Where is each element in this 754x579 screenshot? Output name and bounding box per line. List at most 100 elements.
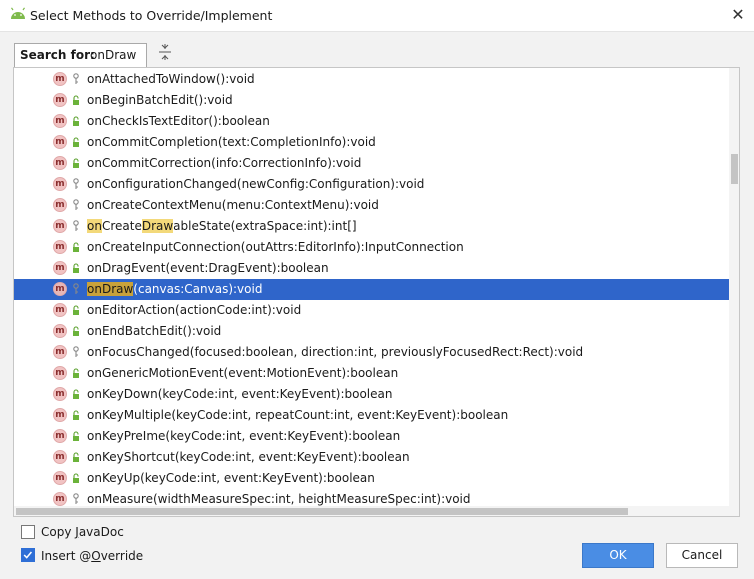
- method-row[interactable]: m onCommitCorrection(info:CorrectionInfo)…: [14, 153, 729, 174]
- match-highlight: on: [87, 219, 102, 233]
- vertical-scroll-thumb[interactable]: [731, 154, 738, 184]
- ok-button[interactable]: OK: [582, 543, 654, 568]
- public-icon: [72, 451, 80, 463]
- method-signature: onKeyDown(keyCode:int, event:KeyEvent):b…: [87, 387, 393, 401]
- copy-javadoc-label[interactable]: Copy JavaDoc: [41, 525, 124, 539]
- protected-icon: [72, 199, 80, 211]
- match-highlight: Draw: [141, 219, 174, 233]
- method-row[interactable]: m onDragEvent(event:DragEvent):boolean: [14, 258, 729, 279]
- method-row[interactable]: m onDraw(canvas:Canvas):void: [14, 279, 729, 300]
- method-row[interactable]: m onCommitCompletion(text:CompletionInfo)…: [14, 132, 729, 153]
- public-icon: [72, 115, 80, 127]
- method-icon: m: [53, 408, 67, 422]
- method-icon: m: [53, 282, 67, 296]
- method-signature: onCheckIsTextEditor():boolean: [87, 114, 270, 128]
- method-signature: onCreateDrawableState(extraSpace:int):in…: [87, 219, 357, 233]
- public-icon: [72, 472, 80, 484]
- method-signature: onAttachedToWindow():void: [87, 72, 255, 86]
- method-row[interactable]: m onAttachedToWindow():void: [14, 69, 729, 90]
- horizontal-scroll-thumb[interactable]: [16, 508, 628, 515]
- android-icon: [11, 7, 25, 19]
- method-icon: m: [53, 177, 67, 191]
- horizontal-scrollbar[interactable]: [14, 506, 729, 516]
- method-row[interactable]: m onKeyPreIme(keyCode:int, event:KeyEvent…: [14, 426, 729, 447]
- method-signature: onDraw(canvas:Canvas):void: [87, 282, 263, 296]
- method-icon: m: [53, 219, 67, 233]
- protected-icon: [72, 493, 80, 505]
- method-row[interactable]: m onKeyDown(keyCode:int, event:KeyEvent):…: [14, 384, 729, 405]
- method-icon: m: [53, 387, 67, 401]
- cancel-button[interactable]: Cancel: [666, 543, 738, 568]
- collapse-all-icon[interactable]: [158, 44, 172, 60]
- protected-icon: [72, 73, 80, 85]
- method-row[interactable]: m onConfigurationChanged(newConfig:Config…: [14, 174, 729, 195]
- method-icon: m: [53, 492, 67, 506]
- public-icon: [72, 304, 80, 316]
- method-signature: onEditorAction(actionCode:int):void: [87, 303, 302, 317]
- insert-override-checkbox[interactable]: [21, 548, 35, 562]
- method-icon: m: [53, 471, 67, 485]
- method-row[interactable]: m onEndBatchEdit():void: [14, 321, 729, 342]
- method-signature: onMeasure(widthMeasureSpec:int, heightMe…: [87, 492, 471, 506]
- public-icon: [72, 430, 80, 442]
- window-title: Select Methods to Override/Implement: [30, 8, 273, 23]
- method-signature: onFocusChanged(focused:boolean, directio…: [87, 345, 584, 359]
- methods-tree[interactable]: m onAttachedToWindow():void m onBeginBatchE…: [13, 67, 740, 517]
- method-row[interactable]: m onCreateContextMenu(menu:ContextMenu):v…: [14, 195, 729, 216]
- method-icon: m: [53, 450, 67, 464]
- public-icon: [72, 409, 80, 421]
- insert-override-label[interactable]: Insert @Override: [41, 549, 143, 563]
- method-icon: m: [53, 156, 67, 170]
- method-icon: m: [53, 261, 67, 275]
- public-icon: [72, 157, 80, 169]
- public-icon: [72, 325, 80, 337]
- public-icon: [72, 262, 80, 274]
- method-signature: onGenericMotionEvent(event:MotionEvent):…: [87, 366, 399, 380]
- method-icon: m: [53, 93, 67, 107]
- method-signature: onDragEvent(event:DragEvent):boolean: [87, 261, 329, 275]
- method-row[interactable]: m onCreateDrawableState(extraSpace:int):i…: [14, 216, 729, 237]
- method-icon: m: [53, 72, 67, 86]
- method-row[interactable]: m onGenericMotionEvent(event:MotionEvent)…: [14, 363, 729, 384]
- method-signature: onCommitCompletion(text:CompletionInfo):…: [87, 135, 376, 149]
- public-icon: [72, 367, 80, 379]
- method-signature: onKeyMultiple(keyCode:int, repeatCount:i…: [87, 408, 509, 422]
- search-field[interactable]: Search for: onDraw: [14, 43, 147, 67]
- public-icon: [72, 388, 80, 400]
- protected-icon: [72, 283, 80, 295]
- method-row[interactable]: m onEditorAction(actionCode:int):void: [14, 300, 729, 321]
- method-row[interactable]: m onCheckIsTextEditor():boolean: [14, 111, 729, 132]
- method-icon: m: [53, 114, 67, 128]
- public-icon: [72, 136, 80, 148]
- method-signature: onKeyUp(keyCode:int, event:KeyEvent):boo…: [87, 471, 375, 485]
- method-icon: m: [53, 345, 67, 359]
- method-row[interactable]: m onKeyUp(keyCode:int, event:KeyEvent):bo…: [14, 468, 729, 489]
- method-icon: m: [53, 198, 67, 212]
- method-row[interactable]: m onKeyShortcut(keyCode:int, event:KeyEve…: [14, 447, 729, 468]
- method-signature: onCreateInputConnection(outAttrs:EditorI…: [87, 240, 464, 254]
- method-signature: onBeginBatchEdit():void: [87, 93, 233, 107]
- title-bar: Select Methods to Override/Implement ✕: [0, 0, 754, 32]
- vertical-scrollbar[interactable]: [729, 68, 739, 516]
- method-signature: onCreateContextMenu(menu:ContextMenu):vo…: [87, 198, 379, 212]
- copy-javadoc-checkbox[interactable]: [21, 525, 35, 539]
- method-signature: onEndBatchEdit():void: [87, 324, 222, 338]
- method-icon: m: [53, 324, 67, 338]
- method-signature: onKeyPreIme(keyCode:int, event:KeyEvent)…: [87, 429, 401, 443]
- checkmark-icon: [23, 551, 33, 559]
- method-row[interactable]: m onKeyMultiple(keyCode:int, repeatCount:…: [14, 405, 729, 426]
- search-input[interactable]: onDraw: [90, 48, 136, 62]
- close-icon[interactable]: ✕: [727, 4, 749, 26]
- method-icon: m: [53, 303, 67, 317]
- method-signature: onCommitCorrection(info:CorrectionInfo):…: [87, 156, 362, 170]
- method-row[interactable]: m onCreateInputConnection(outAttrs:Editor…: [14, 237, 729, 258]
- method-icon: m: [53, 366, 67, 380]
- protected-icon: [72, 220, 80, 232]
- match-highlight: onDraw: [87, 282, 134, 296]
- method-icon: m: [53, 429, 67, 443]
- protected-icon: [72, 346, 80, 358]
- method-icon: m: [53, 135, 67, 149]
- method-row[interactable]: m onBeginBatchEdit():void: [14, 90, 729, 111]
- method-icon: m: [53, 240, 67, 254]
- method-row[interactable]: m onFocusChanged(focused:boolean, directi…: [14, 342, 729, 363]
